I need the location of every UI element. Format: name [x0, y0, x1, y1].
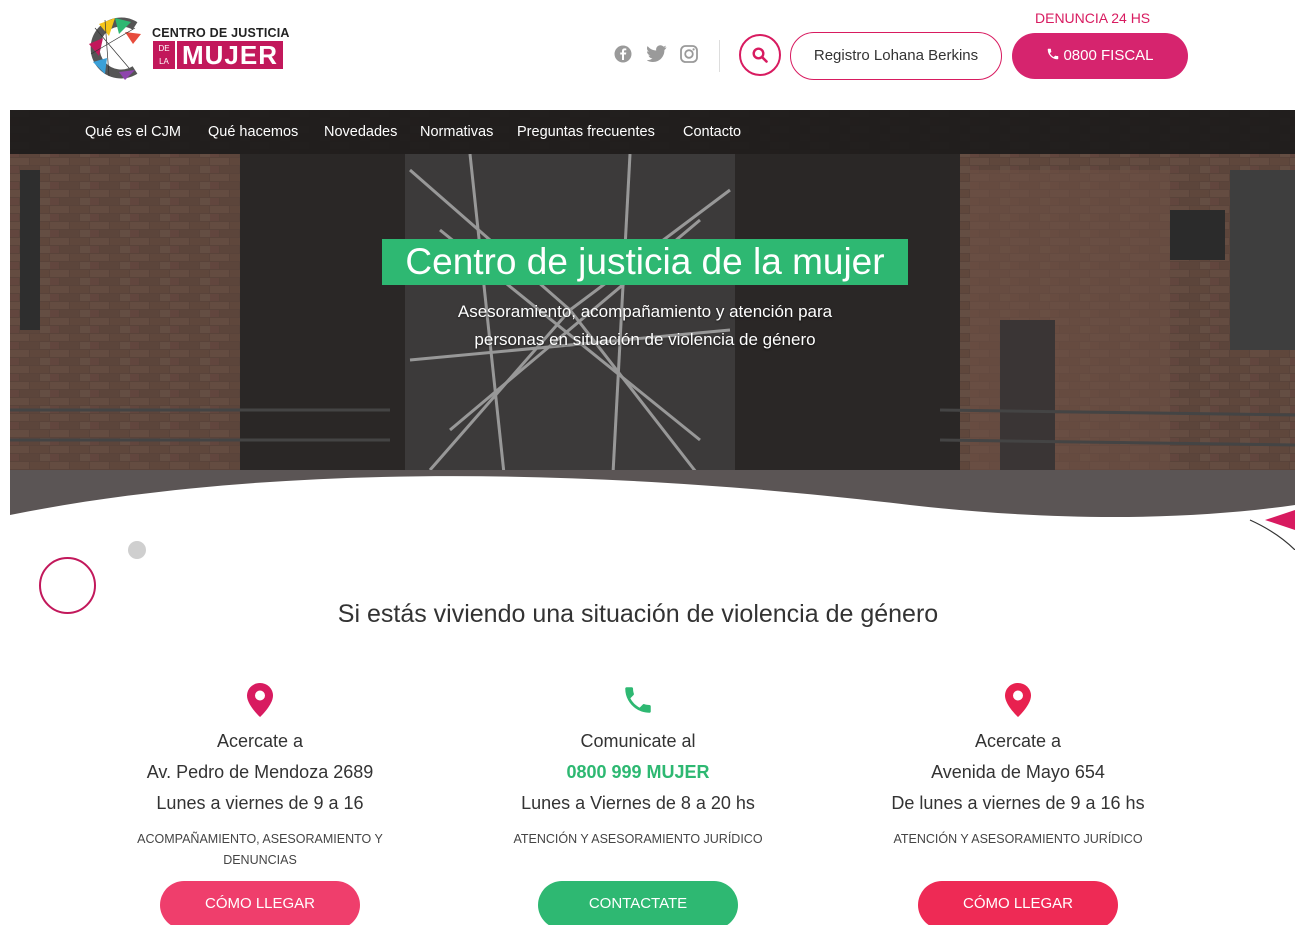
site-header: CENTRO DE JUSTICIA DE LA MUJER Registro … — [0, 0, 1302, 110]
nav-item-preguntas-frecuentes[interactable]: Preguntas frecuentes — [517, 124, 655, 140]
column-phone-number[interactable]: 0800 999 MUJER — [458, 757, 818, 788]
logo-de-la: DE LA — [153, 41, 175, 69]
main-nav: Qué es el CJM Qué hacemos Novedades Norm… — [10, 110, 1295, 154]
slider-dot[interactable] — [128, 541, 146, 559]
column-address: Av. Pedro de Mendoza 2689 — [146, 762, 374, 782]
column-hours: Lunes a Viernes de 8 a 20 hs — [521, 793, 755, 813]
hero-subtitle-line-2: personas en situación de violencia de gé… — [474, 330, 816, 349]
nav-item-que-hacemos[interactable]: Qué hacemos — [208, 124, 298, 140]
logo-de: DE — [158, 44, 170, 53]
column-address: Avenida de Mayo 654 — [931, 762, 1105, 782]
section-title: Si estás viviendo una situación de viole… — [337, 600, 939, 628]
logo-mujer: MUJER — [177, 41, 284, 69]
nav-item-contacto[interactable]: Contacto — [683, 124, 741, 140]
column-description: ACOMPAÑAMIENTO, ASESORAMIENTO Y DENUNCIA… — [137, 832, 383, 867]
twitter-icon[interactable] — [646, 45, 667, 67]
column-hours: Lunes a viernes de 9 a 16 — [156, 793, 364, 813]
info-column-mendoza: Acercate a Av. Pedro de Mendoza 2689 Lun… — [80, 683, 440, 925]
phone-icon — [625, 687, 651, 713]
registro-lohana-berkins-button[interactable]: Registro Lohana Berkins — [790, 32, 1002, 80]
hero-title: Centro de justicia de la mujer — [382, 239, 908, 285]
column-description: ATENCIÓN Y ASESORAMIENTO JURÍDICO — [893, 832, 1143, 846]
logo-mark-icon — [89, 17, 141, 80]
column-description: ATENCIÓN Y ASESORAMIENTO JURÍDICO — [513, 832, 763, 846]
hero-subtitle: Asesoramiento, acompañamiento y atención… — [370, 298, 920, 354]
column-hours: De lunes a viernes de 9 a 16 hs — [891, 793, 1145, 813]
logo-la: LA — [159, 57, 169, 66]
fiscal-label: 0800 FISCAL — [1063, 47, 1154, 64]
map-pin-icon — [1005, 683, 1031, 717]
column-line-1: Acercate a — [216, 731, 304, 751]
column-line-1: Acercate a — [974, 731, 1062, 751]
search-icon — [752, 47, 768, 63]
como-llegar-button[interactable]: CÓMO LLEGAR — [918, 881, 1118, 925]
nav-item-que-es-cjm[interactable]: Qué es el CJM — [85, 124, 181, 140]
instagram-icon[interactable] — [680, 45, 698, 68]
info-column-avenida-mayo: Acercate a Avenida de Mayo 654 De lunes … — [838, 683, 1198, 925]
nav-item-novedades[interactable]: Novedades — [324, 124, 397, 140]
contactate-button[interactable]: CONTACTATE — [538, 881, 738, 925]
info-column-phone: Comunicate al 0800 999 MUJER Lunes a Vie… — [458, 683, 818, 925]
phone-icon — [1048, 48, 1059, 60]
denuncia-24hs-label: DENUNCIA 24 HS — [1035, 10, 1151, 26]
fiscal-phone-button[interactable]: 0800 FISCAL — [1012, 33, 1188, 79]
cjm-logo[interactable]: CENTRO DE JUSTICIA DE LA MUJER — [85, 14, 300, 82]
header-divider — [719, 40, 720, 72]
column-line-1: Comunicate al — [580, 731, 696, 751]
hero-banner: Qué es el CJM Qué hacemos Novedades Norm… — [10, 110, 1295, 550]
nav-item-normativas[interactable]: Normativas — [420, 124, 493, 140]
logo-title: CENTRO DE JUSTICIA — [152, 26, 290, 40]
map-pin-icon — [247, 683, 273, 717]
facebook-icon[interactable] — [614, 45, 632, 68]
hero-subtitle-line-1: Asesoramiento, acompañamiento y atención… — [457, 302, 833, 321]
como-llegar-button[interactable]: CÓMO LLEGAR — [160, 881, 360, 925]
search-button[interactable] — [739, 34, 781, 76]
